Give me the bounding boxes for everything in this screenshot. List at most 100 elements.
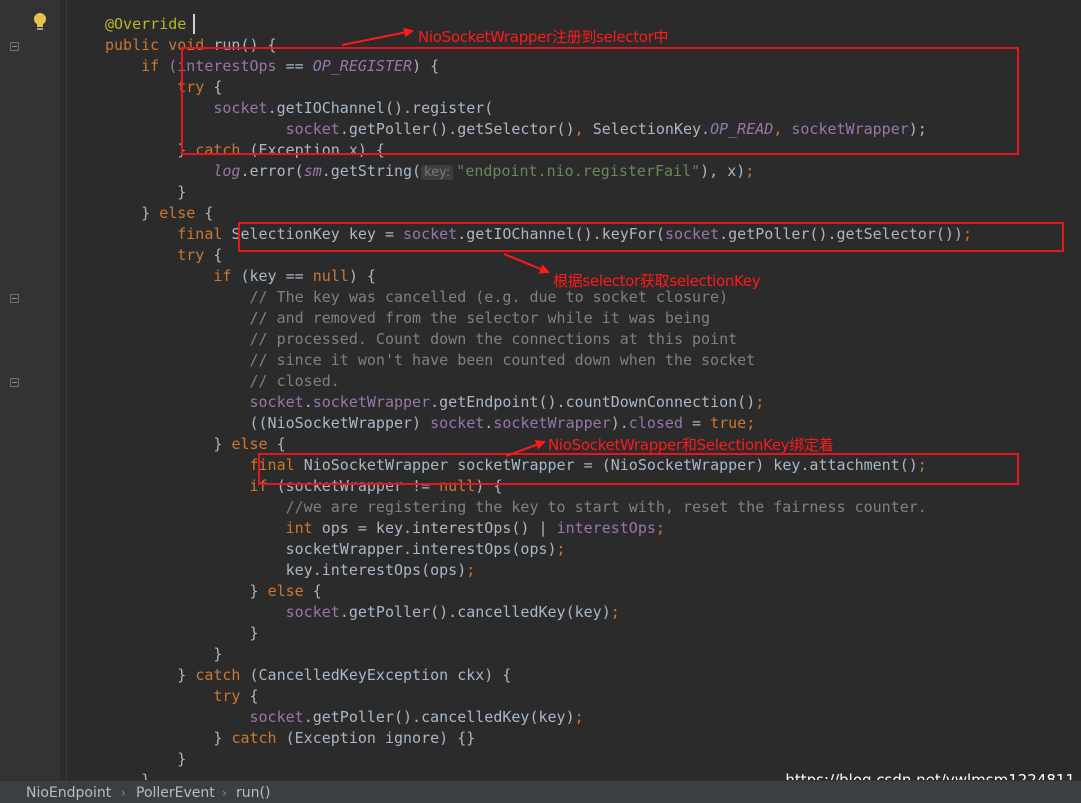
code-line[interactable]: @Override <box>105 14 186 35</box>
code-line[interactable]: } else { <box>105 581 322 602</box>
breadcrumb-item-run[interactable]: run() <box>236 783 270 803</box>
code-line[interactable]: key.interestOps(ops); <box>105 560 476 581</box>
highlight-box-register <box>181 47 1019 155</box>
code-token: . <box>303 393 313 411</box>
code-token: } <box>105 750 187 768</box>
code-token: // since it won't have been counted down… <box>105 351 756 369</box>
code-token: ) { <box>348 267 376 285</box>
code-line[interactable]: // processed. Count down the connections… <box>105 329 737 350</box>
code-line[interactable]: socket.getPoller().cancelledKey(key); <box>105 602 620 623</box>
code-token: socketWrapper <box>493 414 611 432</box>
code-token: // processed. Count down the connections… <box>105 330 738 348</box>
code-token: else <box>231 435 277 453</box>
chevron-right-icon: › <box>121 786 126 800</box>
code-token: .getEndpoint().countDownConnection() <box>430 393 756 411</box>
code-line[interactable]: //we are registering the key to start wi… <box>105 497 927 518</box>
code-token: int <box>105 519 322 537</box>
code-token: try <box>105 246 214 264</box>
code-token: interestOps <box>556 519 656 537</box>
code-token: // closed. <box>105 372 340 390</box>
code-line[interactable]: socket.socketWrapper.getEndpoint().count… <box>105 392 764 413</box>
code-token: { <box>249 687 259 705</box>
highlight-box-attachment <box>258 453 1019 485</box>
code-token: true; <box>710 414 756 432</box>
code-token: final <box>105 225 232 243</box>
code-line[interactable]: try { <box>105 686 259 707</box>
code-token: if <box>105 477 277 495</box>
code-editor[interactable]: @Override public void run() { if (interes… <box>0 0 1081 789</box>
annotation-selection-key: 根据selector获取selectionKey <box>553 272 761 290</box>
indent-guide <box>66 0 67 780</box>
code-token: .getPoller().cancelledKey(key) <box>303 708 575 726</box>
code-token: (CancelledKeyException ckx) { <box>249 666 512 684</box>
code-token: .getString( <box>321 162 422 180</box>
code-line[interactable]: // since it won't have been counted down… <box>105 350 755 371</box>
code-token: if <box>105 57 169 75</box>
code-token: } <box>105 204 160 222</box>
annotation-register: NioSocketWrapper注册到selector中 <box>418 28 669 46</box>
code-token: { <box>276 435 286 453</box>
code-token: ops = key.interestOps() | <box>321 519 557 537</box>
fold-toggle-icon[interactable] <box>10 42 19 51</box>
highlight-box-keyfor <box>238 222 1064 252</box>
code-token: key.interestOps(ops) <box>105 561 467 579</box>
code-token: socket <box>430 414 485 432</box>
code-line[interactable]: try { <box>105 245 222 266</box>
code-token: try <box>105 687 250 705</box>
code-token: = <box>682 414 711 432</box>
code-token: null <box>312 267 349 285</box>
code-line[interactable]: } else { <box>105 434 286 455</box>
code-token: //we are registering the key to start wi… <box>105 498 927 516</box>
code-token: .error( <box>240 162 304 180</box>
code-token: (Exception ignore) {} <box>285 729 476 747</box>
code-line[interactable]: } catch (CancelledKeyException ckx) { <box>105 665 511 686</box>
code-line[interactable]: ((NioSocketWrapper) socket.socketWrapper… <box>105 413 755 434</box>
code-token: } <box>105 666 196 684</box>
code-line[interactable]: socket.getPoller().cancelledKey(key); <box>105 707 584 728</box>
code-token: ; <box>745 162 755 180</box>
lightbulb-icon[interactable] <box>32 12 48 32</box>
fold-toggle-icon[interactable] <box>10 378 19 387</box>
code-token: (key == <box>240 267 313 285</box>
editor-gutter <box>0 0 60 780</box>
code-token: ((NioSocketWrapper) <box>105 414 431 432</box>
text-caret <box>193 14 195 34</box>
code-line[interactable]: if (key == null) { <box>105 266 376 287</box>
code-token: { <box>312 582 322 600</box>
code-token: } <box>105 435 232 453</box>
code-token: // and removed from the selector while i… <box>105 309 711 327</box>
code-token: catch <box>195 666 250 684</box>
code-line[interactable]: } <box>105 749 186 770</box>
code-line[interactable]: } <box>105 623 259 644</box>
code-token: } <box>105 729 232 747</box>
breadcrumb-item-nioendpoint[interactable]: NioEndpoint <box>26 783 111 803</box>
code-line[interactable]: log.error(sm.getString(key: "endpoint.nio… <box>105 161 754 182</box>
code-line[interactable]: } <box>105 182 186 203</box>
code-line[interactable]: int ops = key.interestOps() | interestOp… <box>105 518 665 539</box>
code-line[interactable]: // and removed from the selector while i… <box>105 308 710 329</box>
code-token: { <box>204 204 214 222</box>
code-token: } <box>105 624 259 642</box>
code-line[interactable]: } catch (Exception ignore) {} <box>105 728 475 749</box>
code-line[interactable]: } <box>105 644 222 665</box>
code-line[interactable]: socketWrapper.interestOps(ops); <box>105 539 566 560</box>
breadcrumb-item-pollerevent[interactable]: PollerEvent <box>136 783 215 803</box>
code-token: ; <box>466 561 476 579</box>
code-token: log <box>213 162 241 180</box>
code-token: ; <box>574 708 584 726</box>
annotation-bind: NioSocketWrapper和SelectionKey绑定着 <box>548 436 834 454</box>
parameter-hint: key: <box>421 165 454 180</box>
code-token: @Override <box>105 15 187 33</box>
fold-toggle-icon[interactable] <box>10 294 19 303</box>
code-line[interactable]: // closed. <box>105 371 340 392</box>
code-token: .getPoller().cancelledKey(key) <box>339 603 611 621</box>
code-line[interactable]: } else { <box>105 203 213 224</box>
chevron-right-icon: › <box>222 786 227 800</box>
code-token: closed <box>628 414 683 432</box>
code-token: socketWrapper <box>312 393 431 411</box>
code-token: sm <box>303 162 322 180</box>
arrow-selection-key <box>503 253 550 274</box>
code-token: socket <box>105 603 340 621</box>
code-token: } <box>105 645 223 663</box>
